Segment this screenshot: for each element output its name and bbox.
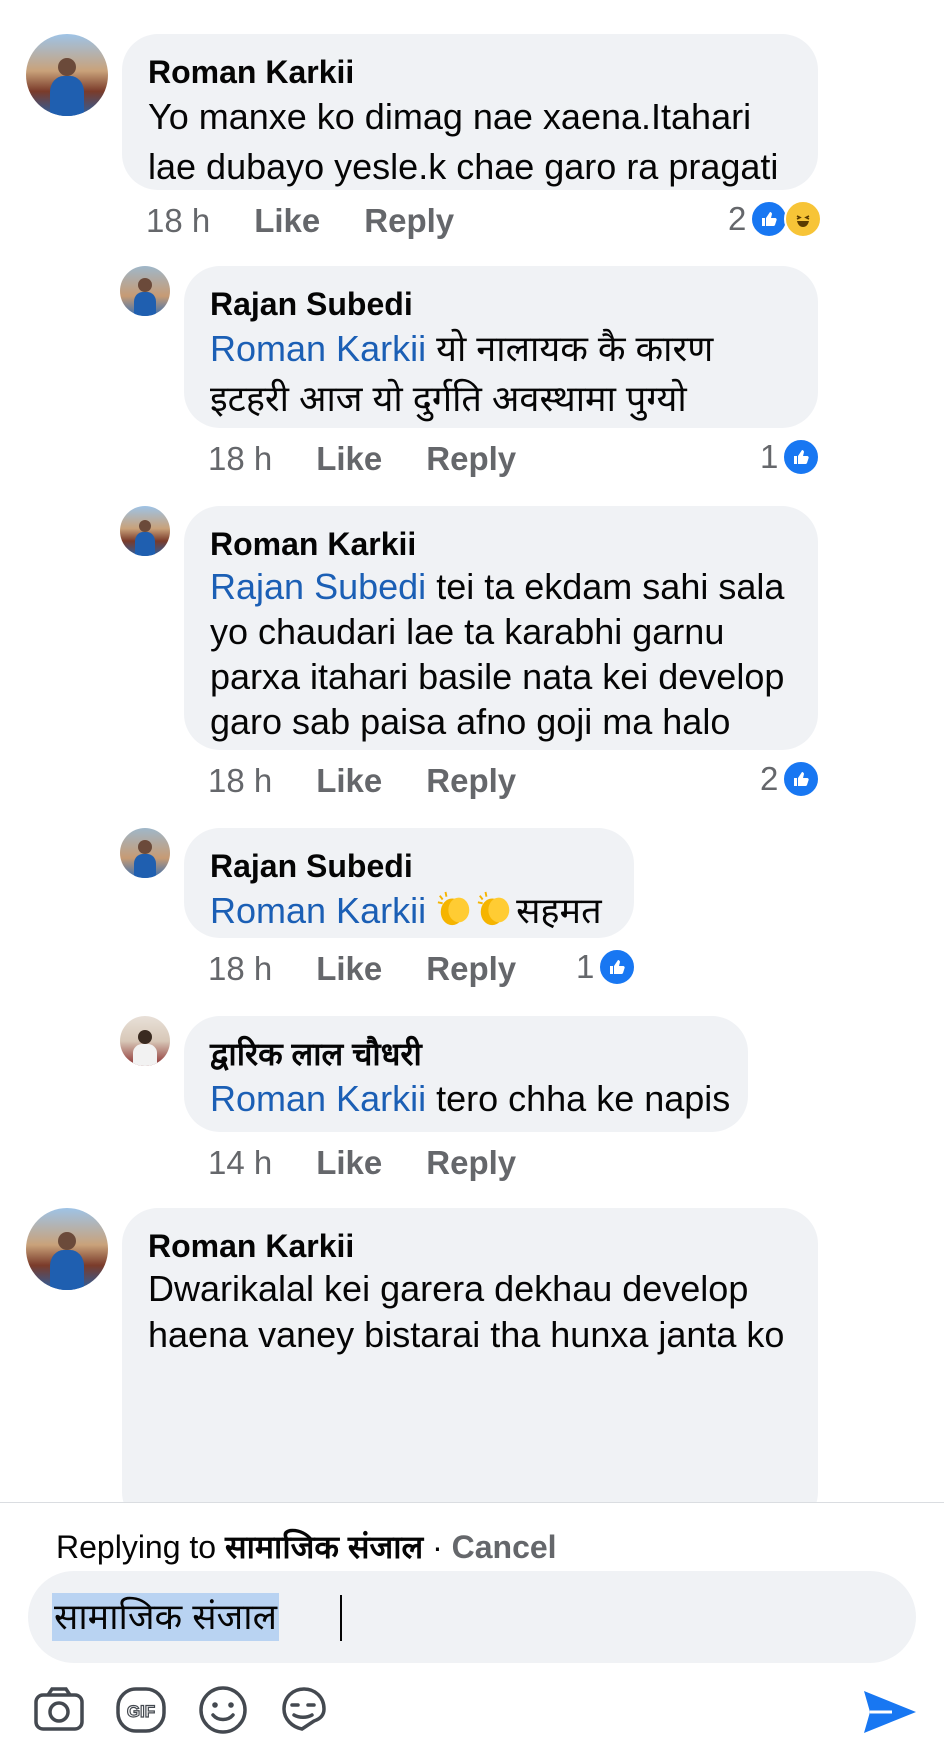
comment-text: Yo manxe ko dimag nae xaena.Itahari lae …	[148, 96, 779, 187]
reply-button[interactable]: Reply	[426, 1144, 516, 1182]
comment-bubble[interactable]: Roman Karkii Dwarikalal kei garera dekha…	[122, 1208, 818, 1502]
gif-icon[interactable]: GIF	[112, 1681, 170, 1739]
comment-text-wrap: Roman Karkii सहमत	[210, 886, 608, 936]
comment-bubble[interactable]: Roman Karkii Rajan Subedi tei ta ekdam s…	[184, 506, 818, 750]
reaction-count: 1	[760, 438, 779, 475]
replying-to-name: सामाजिक संजाल	[224, 1529, 424, 1565]
avatar[interactable]	[120, 1016, 170, 1066]
comment-time[interactable]: 14 h	[208, 1144, 272, 1182]
like-button[interactable]: Like	[316, 950, 382, 988]
reaction-count: 2	[728, 200, 747, 237]
comment-bubble[interactable]: Roman Karkii Yo manxe ko dimag nae xaena…	[122, 34, 818, 190]
comment-actions: 18 h Like Reply	[146, 202, 498, 240]
separator: ·	[432, 1529, 443, 1565]
avatar[interactable]	[26, 1208, 108, 1290]
sticker-icon[interactable]	[274, 1681, 332, 1739]
mention-link[interactable]: Roman Karkii	[210, 890, 426, 931]
avatar[interactable]	[26, 34, 108, 116]
like-icon	[782, 760, 821, 798]
comment-time[interactable]: 18 h	[146, 202, 210, 240]
replying-prefix: Replying to	[56, 1529, 217, 1565]
emoji-icon[interactable]	[194, 1681, 252, 1739]
like-icon	[750, 200, 789, 238]
replying-to-banner: Replying to सामाजिक संजाल · Cancel	[56, 1525, 557, 1568]
avatar[interactable]	[120, 828, 170, 878]
comment-time[interactable]: 18 h	[208, 950, 272, 988]
comment-text-wrap: Rajan Subedi tei ta ekdam sahi sala yo c…	[210, 564, 792, 744]
avatar[interactable]	[120, 506, 170, 556]
reply-button[interactable]: Reply	[426, 762, 516, 800]
mention-link[interactable]: Roman Karkii	[210, 328, 426, 369]
send-icon[interactable]	[862, 1687, 918, 1737]
comment-text: Dwarikalal kei garera dekhau develop hae…	[148, 1268, 785, 1355]
like-button[interactable]: Like	[316, 440, 382, 478]
text-caret	[340, 1595, 342, 1641]
comment-author[interactable]: Rajan Subedi	[210, 284, 792, 324]
reply-button[interactable]: Reply	[426, 440, 516, 478]
comment-bubble[interactable]: द्वारिक लाल चौधरी Roman Karkii tero chha…	[184, 1016, 748, 1132]
mention-link[interactable]: Rajan Subedi	[210, 566, 426, 607]
reaction-count: 1	[576, 948, 595, 985]
avatar[interactable]	[120, 266, 170, 316]
like-button[interactable]: Like	[316, 1144, 382, 1182]
haha-icon	[784, 200, 823, 238]
comment-bubble[interactable]: Rajan Subedi Roman Karkii सहमत	[184, 828, 634, 938]
comment-text-wrap: Roman Karkii tero chha ke napis	[210, 1074, 730, 1124]
like-button[interactable]: Like	[316, 762, 382, 800]
comment-actions: 14 h Like Reply	[208, 1144, 560, 1182]
reply-composer: Replying to सामाजिक संजाल · Cancel सामाज…	[0, 1502, 944, 1754]
clapping-hands-emoji	[437, 891, 470, 926]
reaction-summary[interactable]: 1	[760, 438, 821, 476]
like-button[interactable]: Like	[254, 202, 320, 240]
comment-time[interactable]: 18 h	[208, 762, 272, 800]
svg-text:GIF: GIF	[127, 1702, 155, 1721]
reply-input[interactable]: सामाजिक संजाल	[28, 1571, 916, 1663]
comment-text-wrap: Roman Karkii यो नालायक कै कारण इटहरी आज …	[210, 324, 792, 424]
comment-author[interactable]: Roman Karkii	[148, 52, 792, 92]
reaction-summary[interactable]: 2	[728, 200, 823, 238]
comment-time[interactable]: 18 h	[208, 440, 272, 478]
comment-text: सहमत	[516, 890, 602, 931]
reaction-summary[interactable]: 1	[576, 948, 637, 986]
mention-link[interactable]: Roman Karkii	[210, 1078, 426, 1119]
like-icon	[598, 948, 637, 986]
comment-actions: 18 h Like Reply	[208, 762, 560, 800]
reaction-summary[interactable]: 2	[760, 760, 821, 798]
reply-input-value[interactable]: सामाजिक संजाल	[52, 1593, 279, 1641]
comment-author[interactable]: Roman Karkii	[148, 1226, 792, 1266]
reaction-count: 2	[760, 760, 779, 797]
comment-author[interactable]: Roman Karkii	[210, 524, 792, 564]
comment-author[interactable]: Rajan Subedi	[210, 846, 608, 886]
comment-actions: 18 h Like Reply	[208, 440, 560, 478]
comment-thread: Roman Karkii Yo manxe ko dimag nae xaena…	[0, 0, 944, 1502]
comment-text: tero chha ke napis	[436, 1078, 731, 1119]
comment-author[interactable]: द्वारिक लाल चौधरी	[210, 1034, 722, 1074]
reply-button[interactable]: Reply	[426, 950, 516, 988]
reply-button[interactable]: Reply	[364, 202, 454, 240]
like-icon	[782, 438, 821, 476]
camera-icon[interactable]	[30, 1681, 88, 1739]
comment-actions: 18 h Like Reply	[208, 950, 560, 988]
clapping-hands-emoji	[477, 891, 510, 926]
cancel-button[interactable]: Cancel	[452, 1529, 557, 1565]
comment-bubble[interactable]: Rajan Subedi Roman Karkii यो नालायक कै क…	[184, 266, 818, 428]
